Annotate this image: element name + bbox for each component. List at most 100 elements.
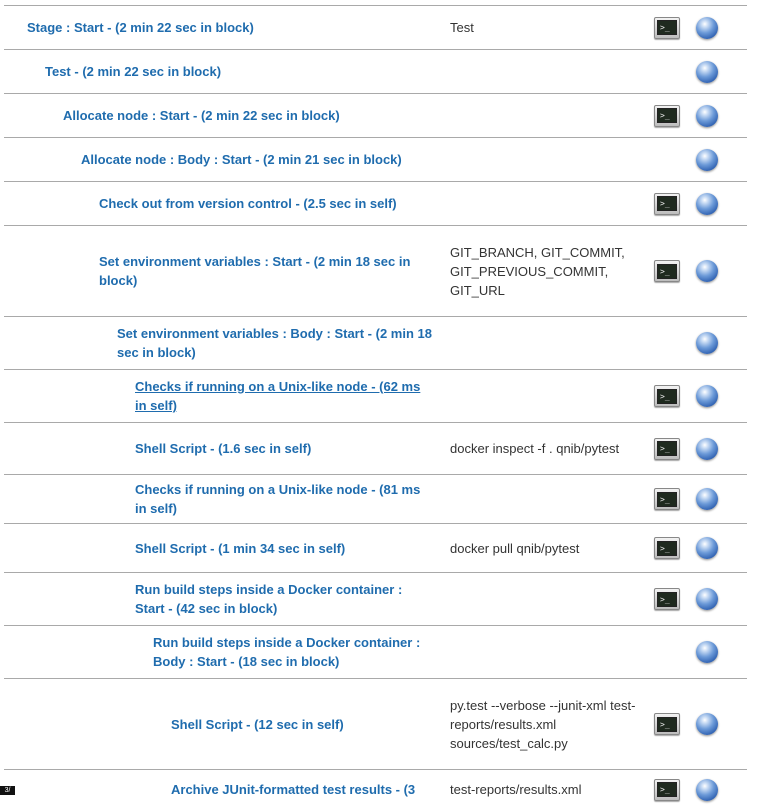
blue-ball-status-icon[interactable] <box>696 641 718 663</box>
status-cell <box>694 778 747 801</box>
console-cell: >_ <box>640 537 694 559</box>
console-cell: >_ <box>640 16 694 39</box>
blue-ball-status-icon[interactable] <box>696 488 718 510</box>
step-arguments: Test <box>450 20 474 35</box>
step-row: Checks if running on a Unix-like node - … <box>4 474 747 523</box>
step-arguments: test-reports/results.xml <box>450 782 582 797</box>
step-name-link[interactable]: Shell Script - (1.6 sec in self) <box>135 439 432 458</box>
terminal-icon[interactable]: >_ <box>654 16 680 39</box>
blue-ball-status-icon[interactable] <box>696 104 718 127</box>
step-row: Shell Script - (1.6 sec in self) docker i… <box>4 422 747 474</box>
terminal-screen: >_ <box>657 441 677 456</box>
status-cell <box>694 104 747 127</box>
terminal-icon[interactable]: >_ <box>654 104 680 127</box>
step-name-link[interactable]: Set environment variables : Body : Start… <box>117 324 432 362</box>
step-arguments: docker inspect -f . qnib/pytest <box>450 441 620 456</box>
blue-ball-status-icon[interactable] <box>696 713 718 735</box>
blue-ball-status-icon[interactable] <box>696 537 718 559</box>
terminal-screen: >_ <box>657 196 677 211</box>
step-name-cell: Check out from version control - (2.5 se… <box>4 194 450 213</box>
status-cell <box>694 60 747 83</box>
step-name-link[interactable]: Run build steps inside a Docker containe… <box>135 580 432 618</box>
step-name-link[interactable]: Shell Script - (12 sec in self) <box>171 715 432 734</box>
status-cell <box>694 260 747 282</box>
status-cell <box>694 641 747 663</box>
blue-ball-status-icon[interactable] <box>696 260 718 282</box>
console-cell: >_ <box>640 385 694 407</box>
step-name-link[interactable]: Checks if running on a Unix-like node - … <box>135 480 432 518</box>
step-name-cell: Shell Script - (1.6 sec in self) <box>4 439 450 458</box>
step-row: Shell Script - (12 sec in self) py.test -… <box>4 678 747 769</box>
step-row: Allocate node : Body : Start - (2 min 21… <box>4 137 747 181</box>
step-row: Checks if running on a Unix-like node - … <box>4 369 747 422</box>
terminal-screen: >_ <box>657 716 677 732</box>
blue-ball-status-icon[interactable] <box>696 332 718 354</box>
step-name-cell: Shell Script - (1 min 34 sec in self) <box>4 539 450 558</box>
step-name-link[interactable]: Allocate node : Body : Start - (2 min 21… <box>81 150 432 169</box>
console-cell: >_ <box>640 260 694 282</box>
status-cell <box>694 488 747 510</box>
step-name-link[interactable]: Allocate node : Start - (2 min 22 sec in… <box>63 106 432 125</box>
terminal-icon[interactable]: >_ <box>654 437 680 460</box>
step-name-link[interactable]: Test - (2 min 22 sec in block) <box>45 62 432 81</box>
terminal-screen: >_ <box>657 591 677 607</box>
status-cell <box>694 385 747 407</box>
blue-ball-status-icon[interactable] <box>696 60 718 83</box>
step-name-cell: Checks if running on a Unix-like node - … <box>4 480 450 518</box>
step-row: Allocate node : Start - (2 min 22 sec in… <box>4 93 747 137</box>
step-row: Run build steps inside a Docker containe… <box>4 572 747 625</box>
step-row: Set environment variables : Body : Start… <box>4 316 747 369</box>
blue-ball-status-icon[interactable] <box>696 588 718 610</box>
step-name-link[interactable]: Set environment variables : Start - (2 m… <box>99 252 432 290</box>
step-name-link[interactable]: Check out from version control - (2.5 se… <box>99 194 432 213</box>
step-row: Shell Script - (1 min 34 sec in self) doc… <box>4 523 747 572</box>
status-cell <box>694 192 747 215</box>
blue-ball-status-icon[interactable] <box>696 192 718 215</box>
terminal-icon[interactable]: >_ <box>654 778 680 801</box>
blue-ball-status-icon[interactable] <box>696 16 718 39</box>
step-name-cell: Allocate node : Body : Start - (2 min 21… <box>4 150 450 169</box>
status-cell <box>694 16 747 39</box>
console-cell: >_ <box>640 437 694 460</box>
status-cell <box>694 537 747 559</box>
terminal-screen: >_ <box>657 263 677 279</box>
blue-ball-status-icon[interactable] <box>696 437 718 460</box>
step-name-link[interactable]: Stage : Start - (2 min 22 sec in block) <box>27 18 432 37</box>
step-arguments: docker pull qnib/pytest <box>450 540 580 556</box>
step-name-cell: Set environment variables : Body : Start… <box>4 324 450 362</box>
console-cell: >_ <box>640 713 694 735</box>
corner-tab: 3/ <box>0 786 15 795</box>
terminal-icon[interactable]: >_ <box>654 385 680 407</box>
console-cell: >_ <box>640 588 694 610</box>
console-cell: >_ <box>640 192 694 215</box>
blue-ball-status-icon[interactable] <box>696 148 718 171</box>
blue-ball-status-icon[interactable] <box>696 385 718 407</box>
terminal-icon[interactable]: >_ <box>654 260 680 282</box>
step-name-cell: Allocate node : Start - (2 min 22 sec in… <box>4 106 450 125</box>
step-name-link[interactable]: Shell Script - (1 min 34 sec in self) <box>135 539 432 558</box>
step-name-link[interactable]: Checks if running on a Unix-like node - … <box>135 377 432 415</box>
blue-ball-status-icon[interactable] <box>696 778 718 801</box>
terminal-icon[interactable]: >_ <box>654 488 680 510</box>
step-row: Check out from version control - (2.5 se… <box>4 181 747 225</box>
status-cell <box>694 588 747 610</box>
status-cell <box>694 332 747 354</box>
step-name-cell: Shell Script - (12 sec in self) <box>4 715 450 734</box>
step-name-link[interactable]: Archive JUnit-formatted test results - (… <box>171 780 432 799</box>
terminal-icon[interactable]: >_ <box>654 192 680 215</box>
terminal-screen: >_ <box>657 491 677 507</box>
terminal-screen: >_ <box>657 108 677 123</box>
terminal-icon[interactable]: >_ <box>654 713 680 735</box>
step-name-cell: Run build steps inside a Docker containe… <box>4 580 450 618</box>
terminal-icon[interactable]: >_ <box>654 588 680 610</box>
status-cell <box>694 437 747 460</box>
terminal-screen: >_ <box>657 20 677 35</box>
terminal-screen: >_ <box>657 540 677 556</box>
step-row: Run build steps inside a Docker containe… <box>4 625 747 678</box>
step-name-cell: Checks if running on a Unix-like node - … <box>4 377 450 415</box>
terminal-icon[interactable]: >_ <box>654 537 680 559</box>
step-name-cell: Set environment variables : Start - (2 m… <box>4 252 450 290</box>
step-row: Set environment variables : Start - (2 m… <box>4 225 747 316</box>
step-name-link[interactable]: Run build steps inside a Docker containe… <box>153 633 432 671</box>
console-cell: >_ <box>640 104 694 127</box>
